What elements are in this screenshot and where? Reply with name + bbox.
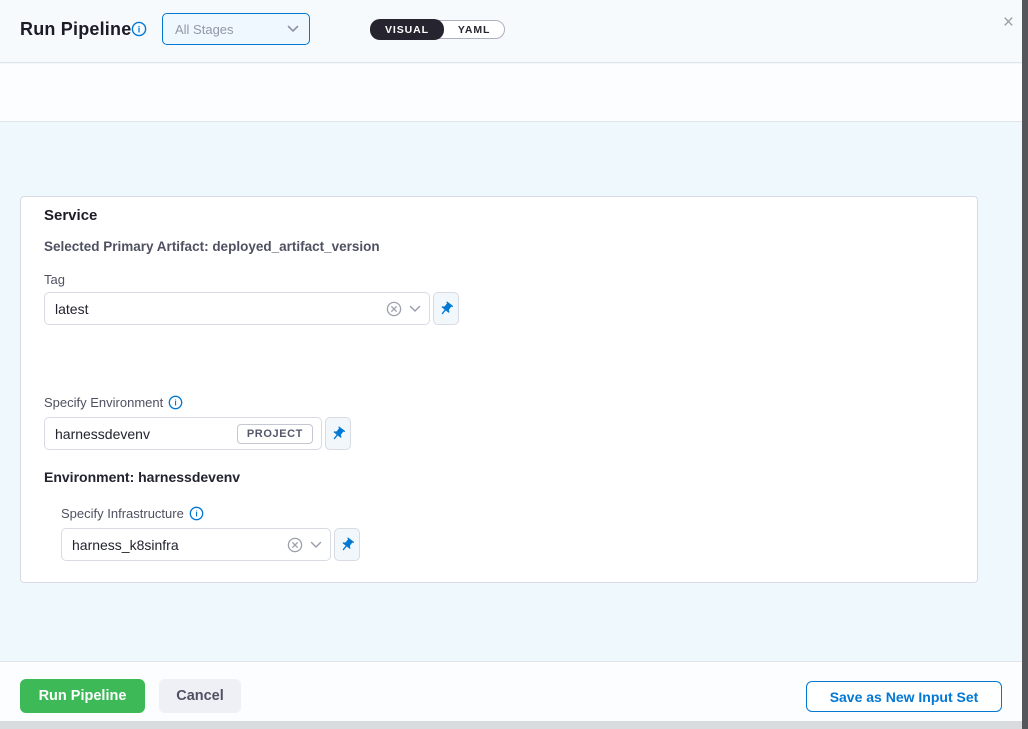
run-pipeline-dialog: Run Pipeline i All Stages VISUAL YAML × …: [0, 0, 1028, 729]
page-right-edge: [1022, 0, 1028, 729]
close-icon[interactable]: ×: [1003, 13, 1014, 32]
stage-select-dropdown[interactable]: All Stages: [162, 13, 310, 45]
dialog-footer: Run Pipeline Cancel Save as New Input Se…: [0, 661, 1028, 721]
tab-yaml[interactable]: YAML: [444, 20, 504, 39]
environment-pin-button[interactable]: [325, 417, 351, 450]
service-title: Service: [44, 207, 97, 224]
chevron-down-icon[interactable]: [310, 541, 322, 549]
tag-pin-button[interactable]: [433, 292, 459, 325]
page-bottom-edge: [0, 721, 1028, 729]
chevron-down-icon[interactable]: [409, 305, 421, 313]
specify-infrastructure-label: Specify Infrastructure: [61, 506, 184, 521]
dialog-header: Run Pipeline i All Stages VISUAL YAML ×: [0, 0, 1028, 63]
tab-visual[interactable]: VISUAL: [370, 19, 444, 40]
info-icon[interactable]: i: [168, 395, 183, 410]
specify-environment-label-row: Specify Environment i: [44, 395, 183, 410]
specify-infrastructure-label-row: Specify Infrastructure i: [61, 506, 204, 521]
environment-heading: Environment: harnessdevenv: [44, 469, 240, 485]
specify-environment-label: Specify Environment: [44, 395, 163, 410]
infrastructure-pin-button[interactable]: [334, 528, 360, 561]
service-card: Service Selected Primary Artifact: deplo…: [20, 196, 978, 583]
stage-select-value: All Stages: [175, 22, 234, 37]
tag-field: [44, 292, 430, 325]
visual-yaml-toggle: VISUAL YAML: [370, 20, 505, 39]
infrastructure-input[interactable]: [72, 537, 280, 553]
clear-icon[interactable]: [287, 537, 303, 553]
input-sets-section: Use existing Input Sets ?: [0, 64, 1028, 122]
environment-input[interactable]: [55, 426, 230, 442]
svg-text:i: i: [138, 24, 141, 34]
save-as-new-input-set-button[interactable]: Save as New Input Set: [806, 681, 1002, 712]
chevron-down-icon: [287, 25, 299, 33]
clear-icon[interactable]: [386, 301, 402, 317]
info-icon[interactable]: i: [189, 506, 204, 521]
svg-text:i: i: [175, 398, 177, 408]
cancel-button[interactable]: Cancel: [159, 679, 241, 713]
run-pipeline-button[interactable]: Run Pipeline: [20, 679, 145, 713]
info-icon[interactable]: i: [131, 21, 147, 37]
environment-field: PROJECT: [44, 417, 322, 450]
selected-artifact-text: Selected Primary Artifact: deployed_arti…: [44, 239, 380, 254]
page-title: Run Pipeline: [20, 19, 131, 40]
svg-text:i: i: [195, 509, 197, 519]
tag-input[interactable]: [55, 301, 379, 317]
infrastructure-field: [61, 528, 331, 561]
tag-label: Tag: [44, 272, 65, 287]
stage-section: Stage: deploy_stage Service Selected Pri…: [0, 123, 1028, 661]
environment-scope-badge: PROJECT: [237, 424, 313, 444]
